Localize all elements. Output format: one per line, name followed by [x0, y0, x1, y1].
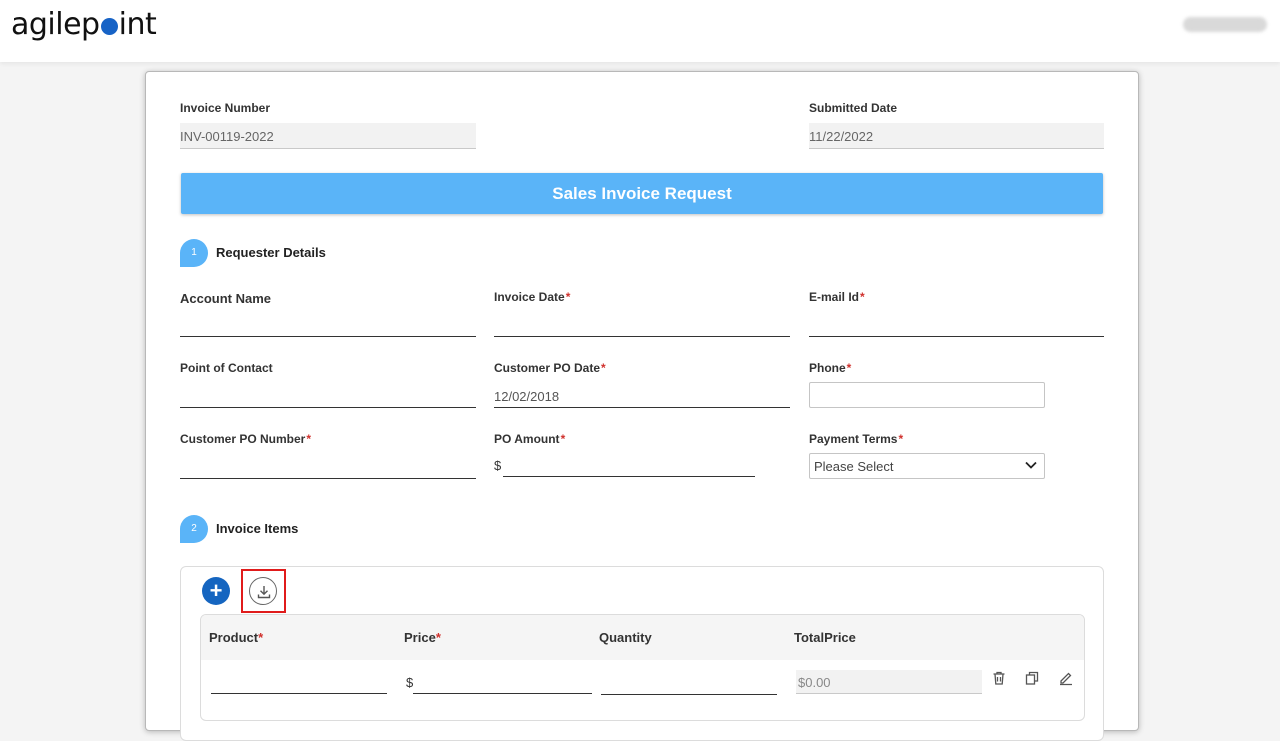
pencil-icon[interactable]	[1058, 670, 1074, 686]
account-name-input[interactable]	[180, 315, 476, 337]
requester-details-title: Requester Details	[216, 245, 326, 260]
grid-header: Product* Price* Quantity TotalPrice	[201, 615, 1084, 660]
top-bar: agilep int	[0, 0, 1280, 62]
invoice-items-grid: Product* Price* Quantity TotalPrice $ $0…	[200, 614, 1085, 721]
invoice-date-label: Invoice Date*	[494, 290, 571, 304]
po-amount-label: PO Amount*	[494, 432, 566, 446]
customer-po-number-input[interactable]	[180, 457, 476, 479]
column-header-totalprice: TotalPrice	[794, 630, 856, 645]
logo-dot-icon	[100, 17, 118, 35]
invoice-items-title: Invoice Items	[216, 521, 299, 536]
total-price-field: $0.00	[796, 670, 982, 694]
column-header-quantity: Quantity	[599, 630, 652, 645]
step-badge-2: 2	[180, 515, 208, 543]
payment-terms-select[interactable]: Please Select	[809, 453, 1045, 479]
submitted-date-label: Submitted Date	[809, 101, 898, 115]
download-icon	[257, 586, 271, 599]
logo-text-pre: agilep	[11, 6, 100, 42]
plus-icon: +	[209, 578, 223, 603]
po-amount-input[interactable]	[503, 455, 755, 477]
column-header-price: Price*	[404, 630, 441, 645]
customer-po-number-label: Customer PO Number*	[180, 432, 312, 446]
payment-terms-value: Please Select	[814, 459, 894, 474]
submitted-date-field: 11/22/2022	[809, 123, 1104, 149]
column-header-product: Product*	[209, 630, 264, 645]
quantity-input[interactable]	[601, 673, 777, 695]
invoice-number-field: INV-00119-2022	[180, 123, 476, 149]
customer-po-date-input[interactable]	[494, 386, 790, 408]
copy-icon[interactable]	[1024, 670, 1040, 686]
invoice-date-input[interactable]	[494, 315, 790, 337]
price-input[interactable]	[413, 672, 592, 694]
product-input[interactable]	[211, 672, 387, 694]
trash-icon[interactable]	[991, 670, 1007, 686]
step-badge-1: 1	[180, 239, 208, 267]
form-title-banner: Sales Invoice Request	[181, 173, 1103, 214]
chevron-down-icon	[1025, 461, 1037, 469]
add-row-button[interactable]: +	[202, 577, 230, 605]
user-name-blurred[interactable]	[1183, 17, 1267, 32]
account-name-label: Account Name	[180, 291, 272, 306]
invoice-items-panel: + Product* Price* Quantity TotalPrice $ …	[180, 566, 1104, 741]
email-input[interactable]	[809, 315, 1104, 337]
invoice-number-label: Invoice Number	[180, 101, 271, 115]
logo-text-post: int	[118, 6, 157, 42]
point-of-contact-input[interactable]	[180, 386, 476, 408]
payment-terms-label: Payment Terms*	[809, 432, 904, 446]
point-of-contact-label: Point of Contact	[180, 361, 273, 375]
email-label: E-mail Id*	[809, 290, 865, 304]
agilepoint-logo[interactable]: agilep int	[11, 6, 157, 42]
phone-label: Phone*	[809, 361, 852, 375]
form-card: Invoice Number INV-00119-2022 Submitted …	[145, 71, 1139, 741]
download-button[interactable]	[249, 577, 277, 605]
phone-input[interactable]	[809, 382, 1045, 408]
po-amount-currency: $	[494, 458, 502, 473]
customer-po-date-label: Customer PO Date*	[494, 361, 606, 375]
